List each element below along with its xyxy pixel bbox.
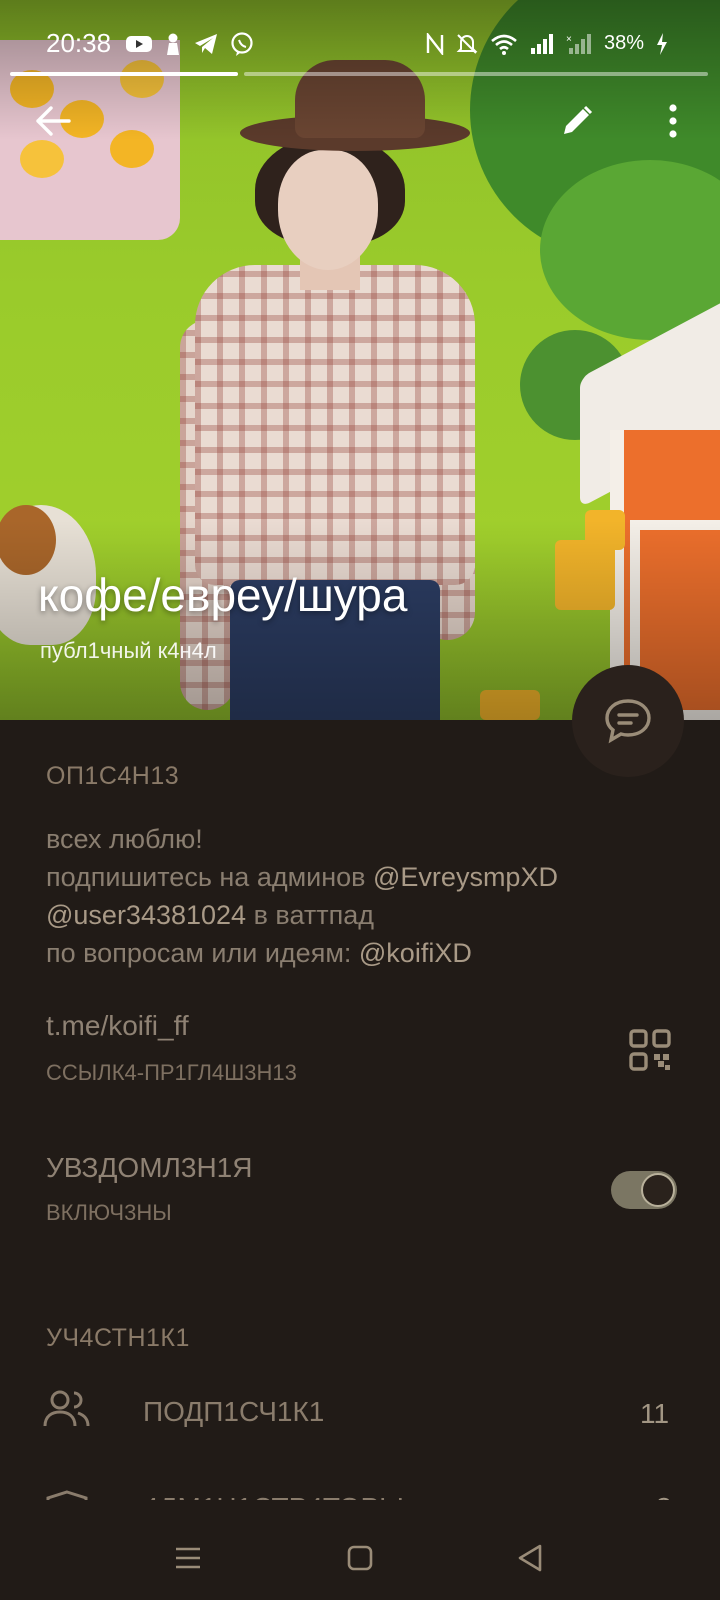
description-text: в ваттпад	[246, 900, 374, 930]
description-text: по вопросам или идеям:	[46, 938, 359, 968]
nfc-icon	[426, 32, 444, 55]
description-line: всех люблю!	[46, 824, 203, 854]
qr-code-button[interactable]	[628, 1028, 672, 1072]
recents-button[interactable]	[168, 1538, 208, 1578]
channel-type: публ1чный к4н4л	[40, 638, 217, 663]
signal-icon	[530, 33, 553, 54]
chess-pawn-icon	[167, 33, 179, 55]
channel-cover-image: кофе/евреу/шура публ1чный к4н4л	[0, 0, 720, 720]
more-vertical-icon	[669, 104, 677, 138]
pencil-icon	[564, 105, 593, 134]
more-options-button[interactable]	[648, 96, 698, 146]
charging-icon	[657, 32, 667, 55]
svg-text:×: ×	[566, 34, 572, 45]
chat-bubble-icon	[605, 699, 651, 744]
viber-icon	[231, 32, 253, 56]
telegram-icon	[195, 34, 217, 54]
story-progress-rest	[244, 72, 708, 76]
home-button[interactable]	[340, 1538, 380, 1578]
subscribers-label[interactable]: ПОДП1СЧ1К1	[143, 1396, 324, 1428]
mention-link[interactable]: @EvreysmpXD	[373, 862, 558, 892]
mention-link[interactable]: @koifiXD	[359, 938, 472, 968]
notifications-status: ВКЛЮЧ3НЫ	[46, 1200, 172, 1225]
notifications-toggle[interactable]	[611, 1171, 677, 1209]
invite-link-label: ССЫЛК4-ПР1ГЛ4Ш3Н13	[46, 1060, 297, 1085]
story-progress-current	[10, 72, 238, 76]
system-back-button[interactable]	[510, 1538, 550, 1578]
youtube-icon	[126, 36, 152, 52]
subscribers-count: 11	[640, 1398, 670, 1429]
edit-button[interactable]	[552, 96, 602, 146]
open-discussion-button[interactable]	[572, 665, 684, 777]
description-heading: ОП1С4Н13	[46, 762, 180, 790]
qr-code-icon	[629, 1029, 671, 1071]
menu-icon	[176, 1547, 200, 1569]
signal-off-icon: ×	[566, 33, 591, 54]
description-text: подпишитесь на админов	[46, 862, 374, 892]
arrow-left-icon	[36, 106, 71, 136]
mute-icon	[456, 33, 478, 54]
members-heading: УЧ4СТН1К1	[46, 1324, 190, 1352]
status-bar: 20:38 × 38%	[0, 0, 720, 80]
mention-link[interactable]: @user34381024	[46, 900, 246, 930]
notifications-title: УВЗДОМЛ3Н1Я	[46, 1152, 253, 1183]
channel-title: кофе/евреу/шура	[38, 569, 408, 621]
wifi-icon	[491, 34, 517, 55]
invite-link[interactable]: t.me/koifi_ff	[46, 1010, 189, 1042]
battery-level: 38%	[603, 32, 644, 54]
clock: 20:38	[46, 28, 112, 58]
back-triangle-icon	[518, 1544, 542, 1572]
back-button[interactable]	[28, 96, 78, 146]
home-icon	[347, 1545, 373, 1571]
channel-description: всех люблю! подпишитесь на админов @Evre…	[46, 820, 558, 972]
people-icon	[42, 1388, 92, 1432]
